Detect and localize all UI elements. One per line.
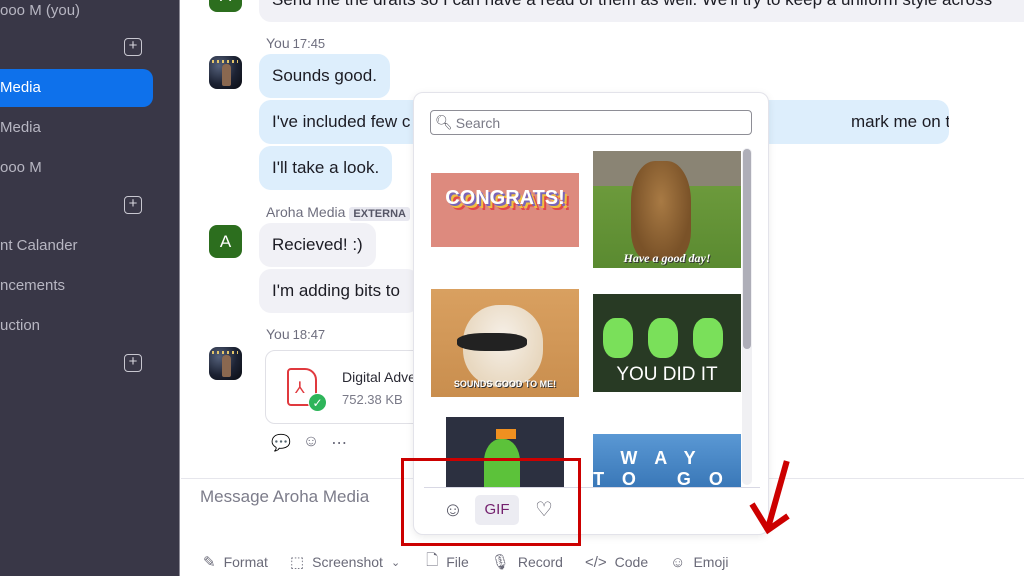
gif-bear[interactable]: Have a good day!: [593, 151, 741, 268]
message-bubble: I'll take a look.: [259, 146, 393, 190]
search-icon: 🔍︎: [435, 114, 453, 130]
message-text: I've included few c: [272, 112, 411, 131]
message-bubble: Recieved! :): [259, 223, 376, 267]
avatar[interactable]: [209, 347, 242, 380]
message-text: mark me on the card.: [851, 112, 949, 131]
message-input[interactable]: Message Aroha Media: [200, 487, 369, 507]
reply-icon[interactable]: 💬: [271, 433, 291, 453]
chevron-down-icon[interactable]: ⌄: [391, 556, 400, 569]
gif-caption: CONGRATS!: [445, 187, 565, 209]
sidebar-item-media[interactable]: Media: [0, 109, 153, 147]
file-size: 752.38 KB: [342, 392, 403, 407]
sidebar: ooo M (you) + Media Media ooo M + nt Cal…: [0, 0, 180, 576]
message-sender: You 17:45: [266, 35, 325, 51]
format-label: Format: [223, 554, 268, 570]
message-sender: Aroha Media EXTERNA: [266, 204, 410, 221]
sidebar-item-aroha-media-active[interactable]: Media: [0, 69, 153, 107]
add-channel-icon[interactable]: +: [124, 196, 142, 214]
file-label: File: [446, 554, 469, 570]
dancer: [603, 318, 633, 358]
sunglasses: [457, 333, 527, 351]
avatar[interactable]: A: [209, 225, 242, 258]
microphone-icon: 🎙: [490, 554, 510, 571]
sidebar-item-self[interactable]: ooo M (you): [0, 0, 153, 30]
gif-cat[interactable]: SOUNDS GOOD TO ME!: [431, 289, 579, 397]
message-actions: 💬 ☺ ⋯: [271, 433, 347, 453]
format-icon: ✎: [203, 554, 216, 571]
screenshot-icon: ⬚: [289, 554, 305, 571]
sidebar-item-announcements[interactable]: ncements: [0, 267, 153, 305]
file-button[interactable]: 🗋 File: [426, 550, 469, 575]
add-reaction-icon[interactable]: ☺: [303, 433, 319, 453]
screenshot-button[interactable]: ⬚ Screenshot ⌄: [290, 553, 400, 571]
sidebar-item-contact[interactable]: ooo M: [0, 149, 153, 187]
hat-image: [496, 429, 516, 439]
file-name: Digital Adve: [342, 369, 416, 385]
gif-caption: SOUNDS GOOD TO ME!: [453, 379, 557, 389]
file-icon: 🗋: [426, 551, 439, 569]
emoji-icon: ☺: [670, 553, 686, 571]
dancer: [648, 318, 678, 358]
gif-congrats[interactable]: CONGRATS!: [431, 173, 579, 247]
add-channel-icon[interactable]: +: [124, 38, 142, 56]
message-sender: You 18:47: [266, 326, 325, 342]
emoji-label: Emoji: [693, 554, 729, 570]
sender-name: You: [266, 326, 290, 342]
code-label: Code: [614, 554, 649, 570]
message-time: 18:47: [292, 327, 326, 342]
screenshot-label: Screenshot: [312, 554, 383, 570]
emoji-button[interactable]: ☺ Emoji: [670, 554, 728, 571]
annotation-arrow-icon: [749, 460, 790, 535]
gif-search-input[interactable]: [455, 114, 746, 131]
picker-scrollbar-thumb[interactable]: [743, 149, 751, 349]
gif-way-to-go[interactable]: WAY TO GO: [593, 434, 741, 487]
chat-app: ooo M (you) + Media Media ooo M + nt Cal…: [0, 0, 1024, 576]
annotation-highlight-box: [401, 458, 581, 546]
code-icon: </>: [584, 553, 607, 571]
bear-image: [631, 161, 691, 261]
sidebar-item-production[interactable]: uction: [0, 307, 153, 345]
message-bubble: Sounds good.: [259, 54, 390, 98]
more-icon[interactable]: ⋯: [331, 433, 347, 453]
record-label: Record: [517, 554, 563, 570]
composer-toolbar: ✎ Format ⬚ Screenshot ⌄ 🗋 File 🎙 Record </> Co…: [203, 550, 750, 574]
sender-name: You: [266, 35, 290, 51]
gif-search-field[interactable]: 🔍︎: [430, 110, 752, 135]
format-button[interactable]: ✎ Format: [203, 553, 268, 571]
code-button[interactable]: </> Code: [585, 554, 648, 571]
sender-name: Aroha Media: [266, 204, 346, 220]
sidebar-item-calendar[interactable]: nt Calander: [0, 227, 153, 265]
check-icon: ✓: [308, 393, 327, 412]
record-button[interactable]: 🎙 Record: [491, 553, 563, 571]
gif-caption: Have a good day!: [623, 251, 711, 265]
gif-flowers[interactable]: YOU DID IT: [593, 294, 741, 392]
file-attachment[interactable]: ⅄ ✓ Digital Adve 752.38 KB: [265, 350, 435, 424]
gif-caption: WAY TO GO: [593, 448, 741, 487]
dancer: [693, 318, 723, 358]
avatar[interactable]: [209, 56, 242, 89]
message-bubble: Send me the drafts so I can have a read …: [259, 0, 1024, 22]
external-badge: EXTERNA: [349, 207, 410, 221]
avatar[interactable]: A: [209, 0, 242, 12]
message-bubble: I'm adding bits to: [259, 269, 419, 313]
message-time: 17:45: [292, 36, 326, 51]
gif-caption: YOU DID IT: [616, 364, 718, 385]
add-channel-icon[interactable]: +: [124, 354, 142, 372]
